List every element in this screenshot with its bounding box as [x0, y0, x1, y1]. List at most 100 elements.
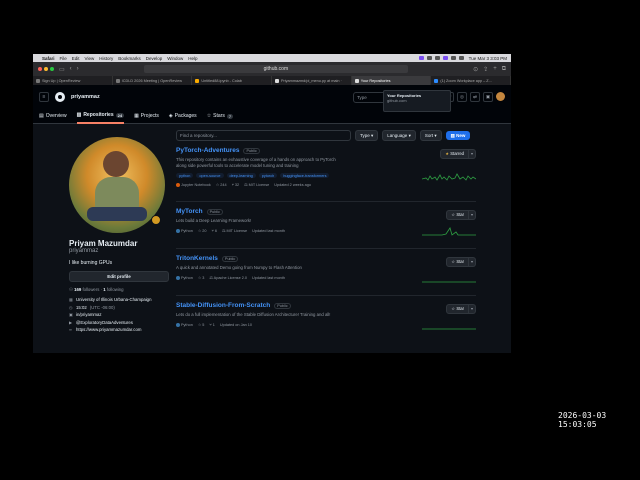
- address-bar[interactable]: github.com: [143, 65, 409, 73]
- minimize-window-icon[interactable]: [44, 67, 48, 71]
- browser-tab[interactable]: Sign Up | OpenReview: [33, 76, 113, 85]
- menu-window[interactable]: Window: [167, 56, 183, 61]
- language-filter-button[interactable]: Language ▾: [382, 129, 416, 141]
- forward-icon[interactable]: ›: [77, 66, 79, 72]
- timezone: (UTC -06:00): [89, 304, 115, 310]
- tray-icon[interactable]: [434, 56, 440, 60]
- browser-tab-active[interactable]: Your Repositories: [351, 76, 432, 85]
- following-count[interactable]: 1: [103, 287, 105, 292]
- menu-view[interactable]: View: [85, 56, 95, 61]
- topic-tag[interactable]: deep-learning: [226, 173, 256, 178]
- share-icon[interactable]: ⇪: [483, 66, 488, 73]
- favicon-icon: [36, 78, 40, 83]
- star-button[interactable]: ☆ Star: [446, 304, 469, 314]
- menu-bookmarks[interactable]: Bookmarks: [118, 56, 141, 61]
- header-username[interactable]: priyammaz: [71, 94, 100, 100]
- repo-forks[interactable]: ⑂ 1: [209, 323, 214, 327]
- tab-repositories[interactable]: ▥ Repositories 24: [76, 108, 125, 124]
- tray-icon[interactable]: [442, 56, 448, 60]
- star-button[interactable]: ☆ Star: [446, 210, 469, 220]
- tab-label: Packages: [174, 113, 197, 119]
- star-icon: ☆: [451, 259, 456, 264]
- profile-login: priyammaz: [69, 248, 99, 254]
- repo-stars[interactable]: ☆ 244: [216, 182, 227, 187]
- topic-tag[interactable]: open-source: [196, 173, 224, 178]
- status-emoji-icon[interactable]: [151, 215, 161, 225]
- repo-name-link[interactable]: Stable-Diffusion-From-Scratch: [176, 302, 270, 309]
- sort-label: Sort: [424, 132, 434, 138]
- star-count: 3: [202, 276, 205, 280]
- star-list-dropdown[interactable]: ▾: [469, 257, 476, 267]
- star-count: 20: [202, 229, 207, 233]
- tab-label: Repositories: [83, 112, 114, 118]
- website-link[interactable]: https://www.priyammazumdar.com: [76, 327, 141, 332]
- menu-app[interactable]: Safari: [42, 56, 55, 61]
- github-logo-icon[interactable]: [55, 92, 65, 102]
- browser-tab[interactable]: Untitled88.ipynb - Colab: [192, 76, 273, 85]
- browser-tab[interactable]: (1) Zoom Workplace app – Z...: [431, 76, 511, 85]
- edit-profile-button[interactable]: Edit profile: [69, 271, 169, 282]
- tab-overview[interactable]: ▤ Overview: [39, 109, 67, 123]
- repo-license: ⚖ MIT License: [222, 229, 248, 233]
- followers-label[interactable]: followers: [82, 287, 99, 292]
- list-item: PyTorch-Adventures Public This repository…: [176, 141, 476, 202]
- find-repository-input[interactable]: Find a repository...: [176, 129, 351, 141]
- zoom-window-icon[interactable]: [50, 67, 54, 71]
- zoom-icon[interactable]: [418, 56, 424, 60]
- repo-stars[interactable]: ☆ 5: [198, 322, 205, 327]
- followers-count[interactable]: 169: [74, 287, 81, 292]
- repo-forks[interactable]: ⑂ 6: [212, 229, 217, 233]
- repo-stars[interactable]: ☆ 20: [198, 228, 207, 233]
- menubar-clock[interactable]: Tue Mar 3 3:03 PM: [469, 56, 507, 61]
- topic-tag[interactable]: huggingface-transformers: [280, 173, 330, 178]
- tab-overview-icon[interactable]: ⧉: [502, 66, 506, 73]
- new-repo-button[interactable]: ▥ New: [445, 130, 471, 140]
- social-link[interactable]: @ExploratoryDataAdventures: [76, 320, 133, 325]
- repo-forks[interactable]: ⑂ 32: [232, 183, 240, 187]
- menu-edit[interactable]: Edit: [72, 56, 80, 61]
- battery-icon[interactable]: [458, 56, 464, 60]
- menu-icon[interactable]: ≡: [39, 92, 49, 102]
- menu-help[interactable]: Help: [188, 56, 197, 61]
- repo-name-link[interactable]: PyTorch-Adventures: [176, 147, 239, 154]
- linkedin-link[interactable]: in/priyammaz: [76, 312, 102, 317]
- issues-icon[interactable]: ◎: [457, 92, 467, 102]
- topic-tag[interactable]: python: [176, 173, 194, 178]
- language-name: Jupyter Notebook: [181, 182, 211, 187]
- tooltip-url: github.com: [387, 98, 407, 103]
- type-filter-button[interactable]: Type ▾: [355, 129, 379, 141]
- link-icon: ∞: [69, 327, 72, 332]
- browser-tab[interactable]: ICDLD 2026 Meeting | OpenReview: [113, 76, 193, 85]
- sidebar-toggle-icon[interactable]: ▭: [59, 66, 65, 73]
- browser-tab[interactable]: Priyammazmd/pi_menu.py at main ·: [272, 76, 352, 85]
- profile-avatar[interactable]: [69, 137, 165, 233]
- inbox-icon[interactable]: ▣: [483, 92, 493, 102]
- star-button[interactable]: ☆ Star: [446, 257, 469, 267]
- star-list-dropdown[interactable]: ▾: [469, 304, 476, 314]
- starred-button[interactable]: ★ Starred: [440, 149, 469, 159]
- sort-button[interactable]: Sort ▾: [419, 129, 442, 141]
- repo-stars[interactable]: ☆ 3: [198, 275, 205, 280]
- repo-name-link[interactable]: TritonKernels: [176, 255, 218, 262]
- download-icon[interactable]: ⊙: [473, 66, 478, 73]
- tray-icon[interactable]: [426, 56, 432, 60]
- star-list-dropdown[interactable]: ▾: [469, 210, 476, 220]
- menu-file[interactable]: File: [60, 56, 67, 61]
- menu-history[interactable]: History: [99, 56, 113, 61]
- star-icon: ☆: [206, 113, 212, 119]
- star-list-dropdown[interactable]: ▾: [469, 149, 476, 159]
- pull-requests-icon[interactable]: ⇄: [470, 92, 480, 102]
- back-icon[interactable]: ‹: [70, 66, 72, 72]
- wifi-icon[interactable]: [450, 56, 456, 60]
- tab-projects[interactable]: ▦ Projects: [134, 109, 159, 123]
- topic-tag[interactable]: pytorch: [258, 173, 278, 178]
- repo-name-link[interactable]: MyTorch: [176, 208, 203, 215]
- tab-stars[interactable]: ☆ Stars 7: [206, 109, 234, 123]
- avatar[interactable]: [496, 92, 505, 101]
- tab-packages[interactable]: ◈ Packages: [169, 109, 197, 123]
- close-window-icon[interactable]: [38, 67, 42, 71]
- activity-sparkline: [422, 173, 476, 181]
- menu-develop[interactable]: Develop: [146, 56, 163, 61]
- new-tab-icon[interactable]: +: [493, 66, 497, 72]
- following-label[interactable]: following: [107, 287, 124, 292]
